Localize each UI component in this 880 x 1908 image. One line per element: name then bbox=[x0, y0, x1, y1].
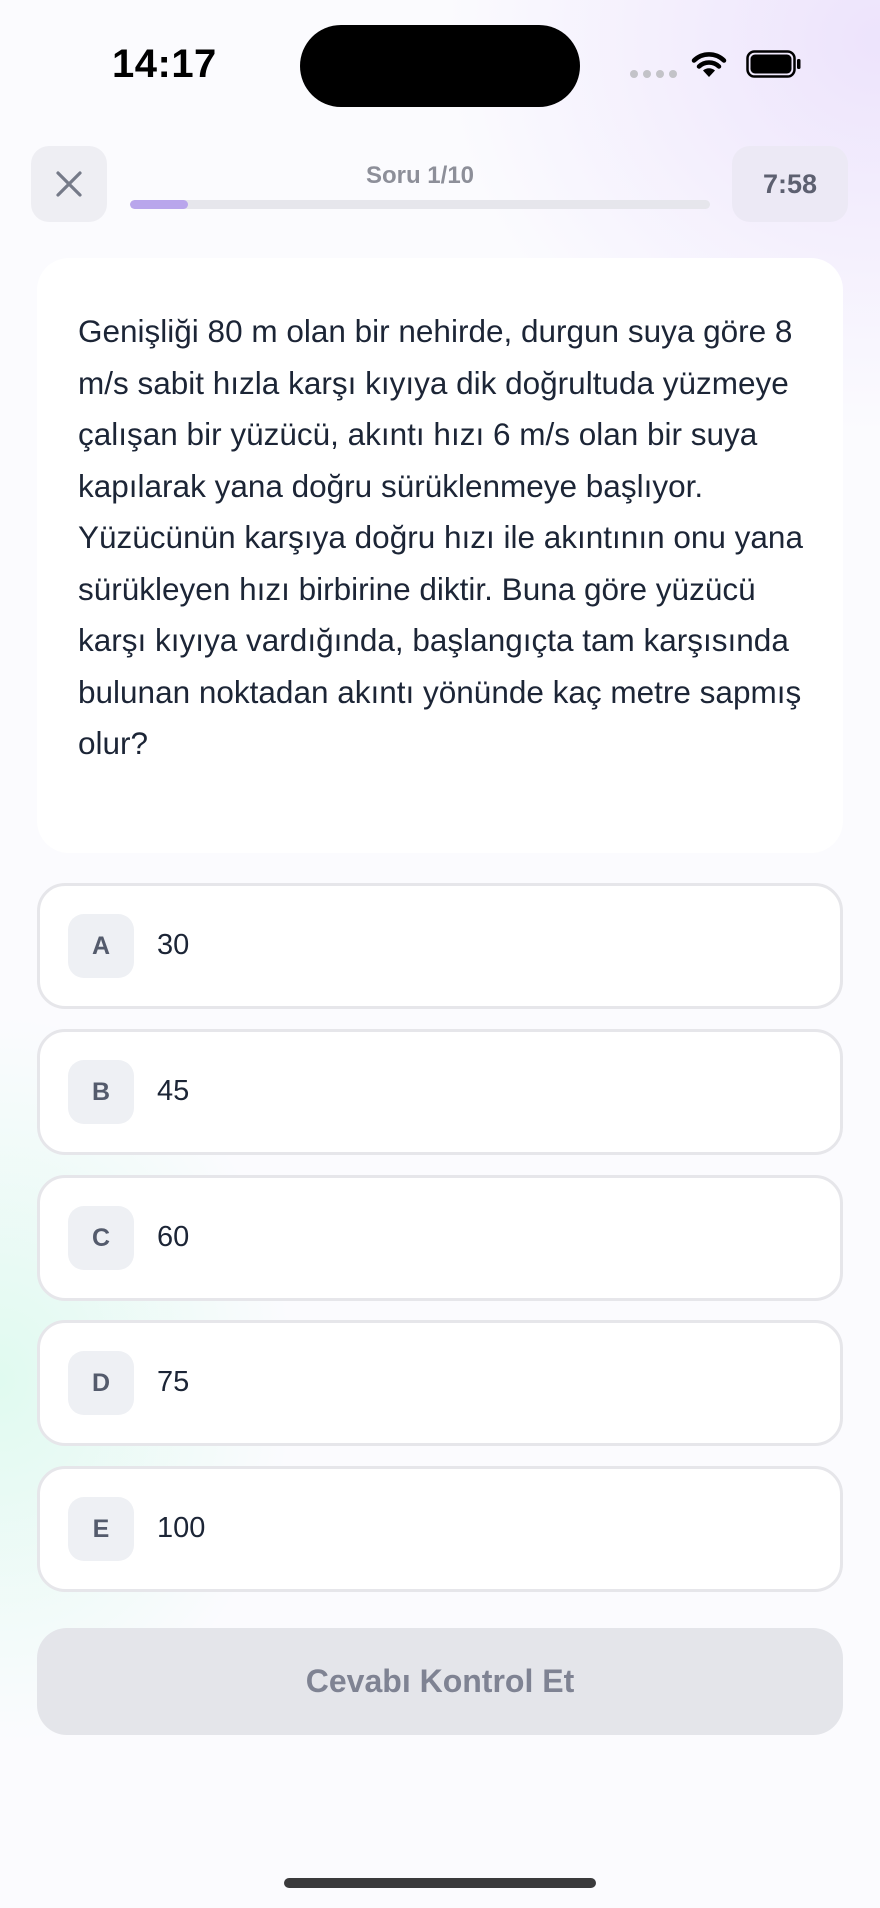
option-letter-badge: D bbox=[68, 1351, 134, 1415]
option-letter-badge: C bbox=[68, 1206, 134, 1270]
status-bar: 14:17 bbox=[0, 0, 880, 130]
question-counter: Soru 1/10 bbox=[365, 162, 475, 189]
answer-option-c[interactable]: C 60 bbox=[37, 1175, 843, 1301]
battery-icon bbox=[746, 50, 801, 78]
question-card: Genişliği 80 m olan bir nehirde, durgun … bbox=[37, 258, 843, 853]
option-value: 45 bbox=[157, 1075, 190, 1107]
option-value: 30 bbox=[157, 929, 190, 961]
dynamic-island bbox=[300, 25, 580, 107]
answer-option-e[interactable]: E 100 bbox=[37, 1466, 843, 1592]
answer-option-b[interactable]: B 45 bbox=[37, 1029, 843, 1155]
countdown-timer: 7:58 bbox=[732, 146, 848, 222]
check-answer-button[interactable]: Cevabı Kontrol Et bbox=[37, 1628, 843, 1735]
option-letter-badge: E bbox=[68, 1497, 134, 1561]
option-value: 60 bbox=[157, 1221, 190, 1253]
option-value: 100 bbox=[157, 1512, 206, 1544]
option-value: 75 bbox=[157, 1366, 190, 1398]
status-time: 14:17 bbox=[112, 42, 217, 86]
option-letter-badge: B bbox=[68, 1060, 134, 1124]
close-icon bbox=[56, 171, 82, 197]
close-button[interactable] bbox=[31, 146, 107, 222]
quiz-progress-fill bbox=[130, 200, 188, 209]
wifi-icon bbox=[691, 52, 727, 77]
answer-option-a[interactable]: A 30 bbox=[37, 883, 843, 1009]
home-indicator[interactable] bbox=[284, 1878, 596, 1888]
option-letter-badge: A bbox=[68, 914, 134, 978]
question-text: Genişliği 80 m olan bir nehirde, durgun … bbox=[78, 313, 803, 761]
answer-option-d[interactable]: D 75 bbox=[37, 1320, 843, 1446]
cellular-signal-icon bbox=[630, 70, 677, 78]
quiz-progress-bar bbox=[130, 200, 710, 209]
